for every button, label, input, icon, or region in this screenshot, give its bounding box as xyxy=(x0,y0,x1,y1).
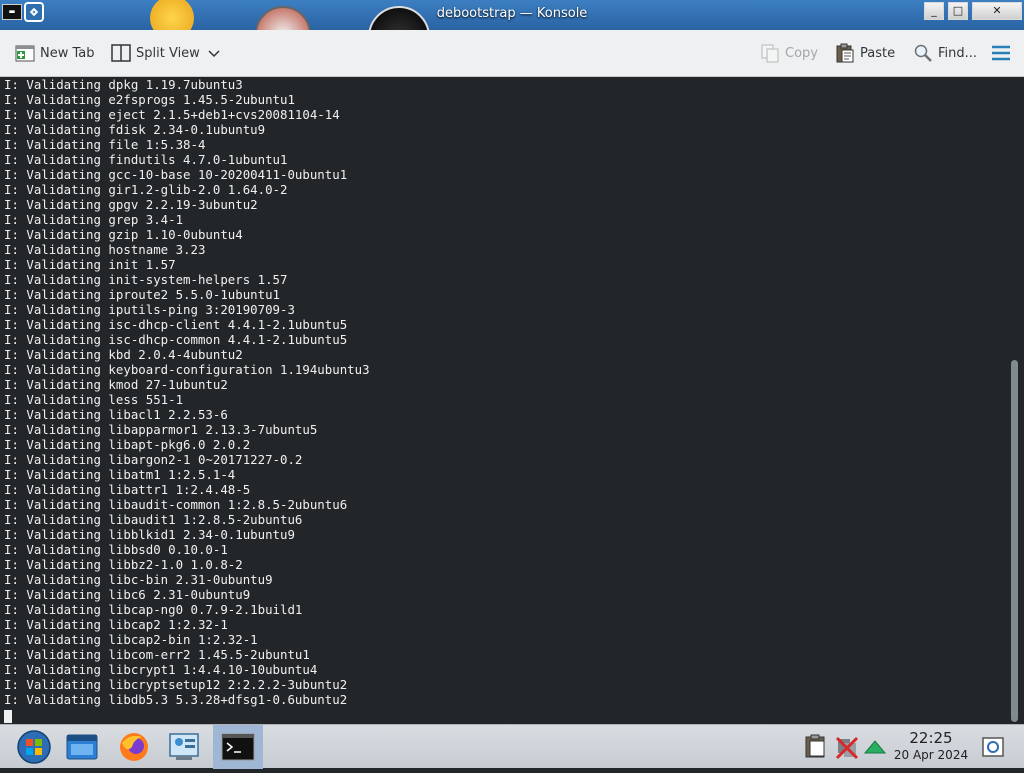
file-manager-icon xyxy=(66,734,98,760)
firefox-icon xyxy=(120,733,148,761)
terminal-line: I: Validating gpgv 2.2.19-3ubuntu2 xyxy=(4,197,258,212)
search-icon xyxy=(913,43,933,63)
updates-tray-button[interactable] xyxy=(862,725,888,769)
terminal-line: I: Validating gcc-10-base 10-20200411-0u… xyxy=(4,167,348,182)
paste-label: Paste xyxy=(860,45,896,61)
terminal-line: I: Validating findutils 4.7.0-1ubuntu1 xyxy=(4,152,288,167)
network-tray-button[interactable] xyxy=(832,725,862,769)
copy-button[interactable]: Copy xyxy=(760,41,818,65)
notifications-tray-button[interactable] xyxy=(978,725,1008,769)
new-tab-icon xyxy=(15,43,35,63)
terminal-line: I: Validating libatm1 1:2.5.1-4 xyxy=(4,467,236,482)
firefox-button[interactable] xyxy=(110,725,158,769)
terminal-line: I: Validating gzip 1.10-0ubuntu4 xyxy=(4,227,243,242)
terminal-line: I: Validating grep 3.4-1 xyxy=(4,212,184,227)
terminal-line: I: Validating libaudit-common 1:2.8.5-2u… xyxy=(4,497,348,512)
window-titlebar[interactable]: ▬ debootstrap — Konsole _ □ ✕ xyxy=(0,0,1024,30)
terminal-line: I: Validating libcap-ng0 0.7.9-2.1build1 xyxy=(4,602,303,617)
terminal-line: I: Validating libargon2-1 0~20171227-0.2 xyxy=(4,452,303,467)
terminal-line: I: Validating isc-dhcp-client 4.4.1-2.1u… xyxy=(4,317,348,332)
copy-icon xyxy=(760,43,780,63)
control-panel-button[interactable] xyxy=(160,725,208,769)
terminal-line: I: Validating keyboard-configuration 1.1… xyxy=(4,362,370,377)
clipboard-tray-button[interactable] xyxy=(800,725,832,769)
terminal-line: I: Validating dpkg 1.19.7ubuntu3 xyxy=(4,77,243,92)
terminal-line: I: Validating libbz2-1.0 1.0.8-2 xyxy=(4,557,243,572)
terminal-line: I: Validating iputils-ping 3:20190709-3 xyxy=(4,302,295,317)
start-menu-button[interactable] xyxy=(10,725,58,769)
find-button[interactable]: Find... xyxy=(913,41,977,65)
terminal-line: I: Validating isc-dhcp-common 4.4.1-2.1u… xyxy=(4,332,348,347)
split-view-label: Split View xyxy=(136,45,200,61)
terminal-line: I: Validating libcap2-bin 1:2.32-1 xyxy=(4,632,258,647)
update-arrow-icon xyxy=(863,740,887,754)
terminal-scrollbar[interactable] xyxy=(1010,77,1020,724)
terminal-line: I: Validating libapt-pkg6.0 2.0.2 xyxy=(4,437,251,452)
find-label: Find... xyxy=(938,45,978,61)
terminal-line: I: Validating libaudit1 1:2.8.5-2ubuntu6 xyxy=(4,512,303,527)
terminal-line: I: Validating kmod 27-1ubuntu2 xyxy=(4,377,228,392)
close-button[interactable]: ✕ xyxy=(972,2,1022,20)
new-tab-label: New Tab xyxy=(40,45,95,61)
clock-time[interactable]: 22:25 xyxy=(895,729,967,747)
terminal-line: I: Validating file 1:5.38-4 xyxy=(4,137,206,152)
terminal-line: I: Validating hostname 3.23 xyxy=(4,242,206,257)
terminal-line: I: Validating fdisk 2.34-0.1ubuntu9 xyxy=(4,122,266,137)
scrollbar-thumb[interactable] xyxy=(1011,359,1018,722)
konsole-toolbar: New Tab Split View Copy Paste Find... xyxy=(0,30,1024,77)
chevron-down-icon[interactable] xyxy=(208,43,220,63)
window-title: debootstrap — Konsole xyxy=(436,6,588,21)
terminal-line: I: Validating libcryptsetup12 2:2.2.2-3u… xyxy=(4,677,348,692)
terminal-line: I: Validating libbsd0 0.10.0-1 xyxy=(4,542,228,557)
terminal-line: I: Validating gir1.2-glib-2.0 1.64.0-2 xyxy=(4,182,288,197)
terminal-line: I: Validating libcom-err2 1.45.5-2ubuntu… xyxy=(4,647,310,662)
terminal-line: I: Validating libacl1 2.2.53-6 xyxy=(4,407,228,422)
terminal-line: I: Validating libcrypt1 1:4.4.10-10ubunt… xyxy=(4,662,318,677)
file-manager-button[interactable] xyxy=(58,725,106,769)
copy-label: Copy xyxy=(785,45,818,61)
terminal-line: I: Validating init 1.57 xyxy=(4,257,176,272)
maximize-button[interactable]: □ xyxy=(948,2,968,20)
clock-date[interactable]: 20 Apr 2024 xyxy=(888,748,974,762)
minimize-button[interactable]: _ xyxy=(924,2,944,20)
split-view-button[interactable]: Split View xyxy=(111,41,220,65)
start-menu-icon xyxy=(17,730,51,764)
terminal-line: I: Validating libc6 2.31-0ubuntu9 xyxy=(4,587,251,602)
terminal-line: I: Validating libcap2 1:2.32-1 xyxy=(4,617,228,632)
konsole-icon xyxy=(221,733,255,761)
konsole-task-button[interactable] xyxy=(213,725,263,769)
terminal-line: I: Validating init-system-helpers 1.57 xyxy=(4,272,288,287)
terminal-cursor xyxy=(4,710,12,723)
hamburger-menu-icon xyxy=(990,43,1010,63)
terminal-lines: I: Validating dpkg 1.19.7ubuntu3 I: Valid… xyxy=(4,77,370,707)
main-menu-button[interactable] xyxy=(990,41,1010,65)
terminal-line: I: Validating libattr1 1:2.4.48-5 xyxy=(4,482,251,497)
terminal-output[interactable]: I: Validating dpkg 1.19.7ubuntu3 I: Valid… xyxy=(0,77,1024,724)
terminal-line: I: Validating iproute2 5.5.0-1ubuntu1 xyxy=(4,287,281,302)
paste-icon xyxy=(835,43,855,63)
terminal-line: I: Validating libblkid1 2.34-0.1ubuntu9 xyxy=(4,527,295,542)
terminal-line: I: Validating eject 2.1.5+deb1+cvs200811… xyxy=(4,107,340,122)
terminal-line: I: Validating less 551-1 xyxy=(4,392,184,407)
clipboard-icon xyxy=(805,734,825,758)
terminal-line: I: Validating e2fsprogs 1.45.5-2ubuntu1 xyxy=(4,92,295,107)
terminal-line: I: Validating libapparmor1 2.13.3-7ubunt… xyxy=(4,422,318,437)
notifications-icon xyxy=(982,737,1004,757)
terminal-line: I: Validating libc-bin 2.31-0ubuntu9 xyxy=(4,572,273,587)
taskbar: 22:25 20 Apr 2024 xyxy=(0,724,1024,769)
terminal-line: I: Validating kbd 2.0.4-4ubuntu2 xyxy=(4,347,243,362)
control-panel-icon xyxy=(169,733,199,760)
network-disconnected-icon xyxy=(835,736,859,760)
paste-button[interactable]: Paste xyxy=(835,41,895,65)
split-view-icon xyxy=(111,43,131,63)
terminal-line: I: Validating libdb5.3 5.3.28+dfsg1-0.6u… xyxy=(4,692,348,707)
new-tab-button[interactable]: New Tab xyxy=(15,41,95,65)
